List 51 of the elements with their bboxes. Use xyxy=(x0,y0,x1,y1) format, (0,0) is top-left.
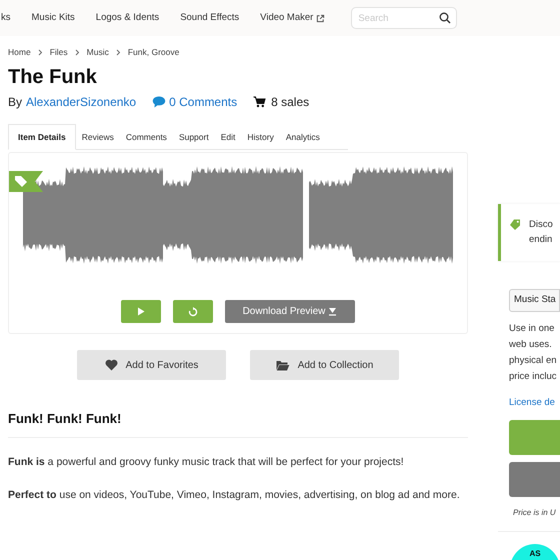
tab[interactable]: Item Details xyxy=(8,124,76,150)
tab[interactable]: Support xyxy=(172,125,215,149)
breadcrumb-link[interactable]: Funk, Groove xyxy=(128,46,180,58)
license-text: Use in one xyxy=(509,322,556,336)
chevron-right-icon xyxy=(116,48,121,56)
search-icon[interactable] xyxy=(439,12,452,24)
tab[interactable]: History xyxy=(241,125,280,149)
description-paragraph: Funk is a powerful and groovy funky music track that will be perfect for your projects! xyxy=(8,455,405,470)
sales-count: 8 sales xyxy=(271,94,310,111)
tab[interactable]: Reviews xyxy=(76,125,120,149)
discount-text: Disco xyxy=(529,218,553,232)
chevron-right-icon xyxy=(74,48,80,56)
license-text: web uses. xyxy=(509,338,553,352)
nav-link[interactable]: Video Maker xyxy=(260,10,326,26)
license-select[interactable]: Music Sta xyxy=(509,289,560,312)
replay-icon xyxy=(188,306,198,316)
page-title: The Funk xyxy=(8,65,98,90)
byline-text: By xyxy=(8,94,22,111)
price-note: Price is in U xyxy=(513,507,557,520)
license-details-link[interactable]: License de xyxy=(509,396,560,410)
author-link[interactable]: AlexanderSizonenko xyxy=(26,93,136,111)
replay-button[interactable] xyxy=(173,300,213,323)
cart-icon xyxy=(253,96,266,108)
folder-icon xyxy=(276,360,290,370)
add-to-favorites-button[interactable]: Add to Favorites xyxy=(77,350,226,380)
speech-bubble-icon xyxy=(152,96,166,108)
nav-link[interactable]: Logos & Idents xyxy=(96,10,160,26)
section-heading: Funk! Funk! Funk! xyxy=(8,411,122,427)
breadcrumb-link[interactable]: Home xyxy=(8,46,31,58)
download-icon xyxy=(328,307,338,316)
author-avatar: AS xyxy=(510,544,560,560)
download-preview-button[interactable]: Download Preview xyxy=(225,300,355,323)
chevron-right-icon xyxy=(38,48,43,56)
nav-link[interactable]: Sound Effects xyxy=(180,10,240,26)
license-text: physical en xyxy=(509,354,558,368)
tab[interactable]: Edit xyxy=(214,125,242,149)
description-paragraph: Perfect to use on videos, YouTube, Vimeo, Instagram, movies, advertising, on blog ad and more. xyxy=(8,488,461,503)
discount-text: endin xyxy=(529,233,553,247)
add-to-collection-button[interactable]: Add to Collection xyxy=(250,350,399,380)
breadcrumb-link[interactable]: Music xyxy=(86,46,109,58)
comments-link[interactable]: 0 Comments xyxy=(152,93,238,111)
tab[interactable]: Comments xyxy=(120,125,173,149)
play-button[interactable] xyxy=(121,300,161,323)
play-icon xyxy=(137,307,145,316)
heart-icon xyxy=(104,359,118,371)
tab[interactable]: Analytics xyxy=(280,125,326,149)
license-text: price incluc xyxy=(509,370,558,384)
nav-link[interactable]: ks xyxy=(1,10,10,26)
breadcrumb-link[interactable]: Files xyxy=(50,46,68,58)
tag-icon xyxy=(510,219,521,230)
nav-link[interactable]: Music Kits xyxy=(32,10,75,26)
